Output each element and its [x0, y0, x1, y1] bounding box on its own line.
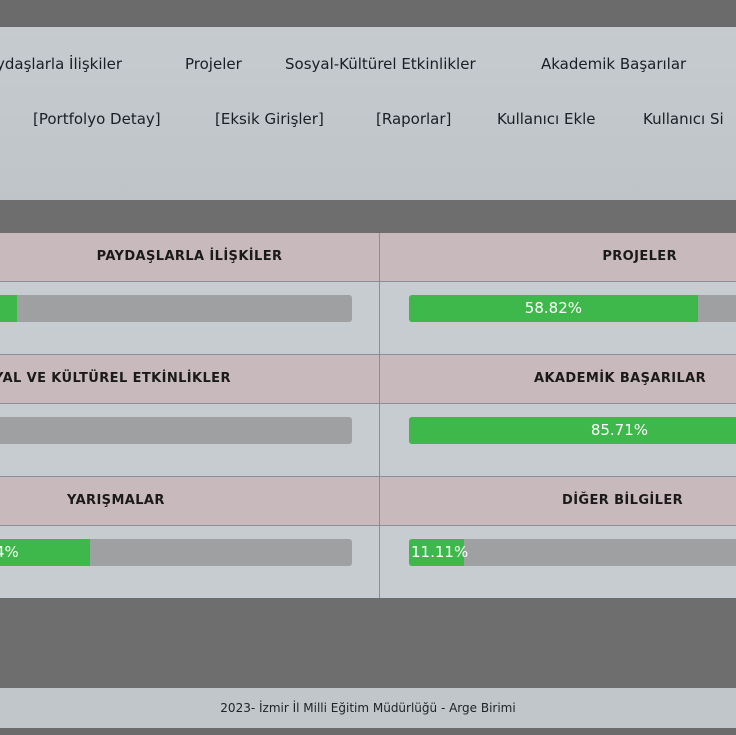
- card-title: AKADEMİK BAŞARILAR: [534, 371, 707, 386]
- bottom-band: [0, 728, 736, 735]
- card-body-yarismalar: 4%: [0, 526, 379, 598]
- app-root: ydaşlarla İlişkiler Projeler Sosyal-Kült…: [0, 0, 736, 735]
- card-title: DİĞER BİLGİLER: [562, 493, 684, 508]
- progress-track: [0, 417, 352, 444]
- nav-link-eksik-girisler[interactable]: [Eksik Girişler]: [215, 105, 324, 133]
- progress-fill: 4%: [0, 539, 90, 566]
- progress-fill: 11.11%: [409, 539, 468, 566]
- nav-link-paydaslarla-iliskiler[interactable]: ydaşlarla İlişkiler: [0, 50, 122, 78]
- progress-fill: [0, 295, 18, 322]
- card-title: PAYDAŞLARLA İLİŞKİLER: [96, 249, 283, 264]
- card-header-paydaslarla-iliskiler: PAYDAŞLARLA İLİŞKİLER: [0, 233, 379, 281]
- header-divider: [0, 281, 736, 282]
- card-header-diger-bilgiler: DİĞER BİLGİLER: [380, 477, 736, 525]
- column-divider: [379, 233, 380, 598]
- card-header-sosyal-kulturel-etkinlikler: YAL VE KÜLTÜREL ETKİNLİKLER: [0, 355, 379, 403]
- top-band: [0, 0, 736, 27]
- progress-fill: 85.71%: [409, 417, 736, 444]
- nav-link-projeler[interactable]: Projeler: [185, 50, 242, 78]
- card-title: PROJELER: [602, 249, 677, 264]
- progress-grid: PAYDAŞLARLA İLİŞKİLER PROJELER 58.82% YA…: [0, 233, 736, 598]
- card-body-sosyal-kulturel-etkinlikler: [0, 404, 379, 476]
- footer: 2023- İzmir İl Milli Eğitim Müdürlüğü - …: [0, 688, 736, 728]
- nav-link-kullanici-sil[interactable]: Kullanıcı Si: [643, 105, 724, 133]
- progress-track: 4%: [0, 539, 352, 566]
- card-header-yarismalar: YARIŞMALAR: [0, 477, 379, 525]
- nav-link-akademik-basarilar[interactable]: Akademik Başarılar: [541, 50, 686, 78]
- card-title: YARIŞMALAR: [67, 493, 165, 508]
- progress-fill: 58.82%: [409, 295, 698, 322]
- card-body-akademik-basarilar: 85.71%: [380, 404, 736, 476]
- progress-track: 85.71%: [409, 417, 736, 444]
- card-title: YAL VE KÜLTÜREL ETKİNLİKLER: [0, 371, 231, 386]
- progress-track: 58.82%: [409, 295, 736, 322]
- nav-link-raporlar[interactable]: [Raporlar]: [376, 105, 451, 133]
- card-body-projeler: 58.82%: [380, 282, 736, 354]
- header-divider: [0, 525, 736, 526]
- header-divider: [0, 403, 736, 404]
- nav-link-kullanici-ekle[interactable]: Kullanıcı Ekle: [497, 105, 596, 133]
- card-header-akademik-basarilar: AKADEMİK BAŞARILAR: [380, 355, 736, 403]
- card-body-paydaslarla-iliskiler: [0, 282, 379, 354]
- card-header-projeler: PROJELER: [380, 233, 736, 281]
- section-band: [0, 200, 736, 233]
- footer-text: 2023- İzmir İl Milli Eğitim Müdürlüğü - …: [220, 701, 516, 715]
- card-body-diger-bilgiler: 11.11%: [380, 526, 736, 598]
- nav-link-portfolyo-detay[interactable]: [Portfolyo Detay]: [33, 105, 161, 133]
- nav-link-sosyal-kulturel-etkinlikler[interactable]: Sosyal-Kültürel Etkinlikler: [285, 50, 476, 78]
- progress-track: 11.11%: [409, 539, 736, 566]
- bottom-section-band: [0, 598, 736, 688]
- main-navigation: ydaşlarla İlişkiler Projeler Sosyal-Kült…: [0, 27, 736, 200]
- progress-track: [0, 295, 352, 322]
